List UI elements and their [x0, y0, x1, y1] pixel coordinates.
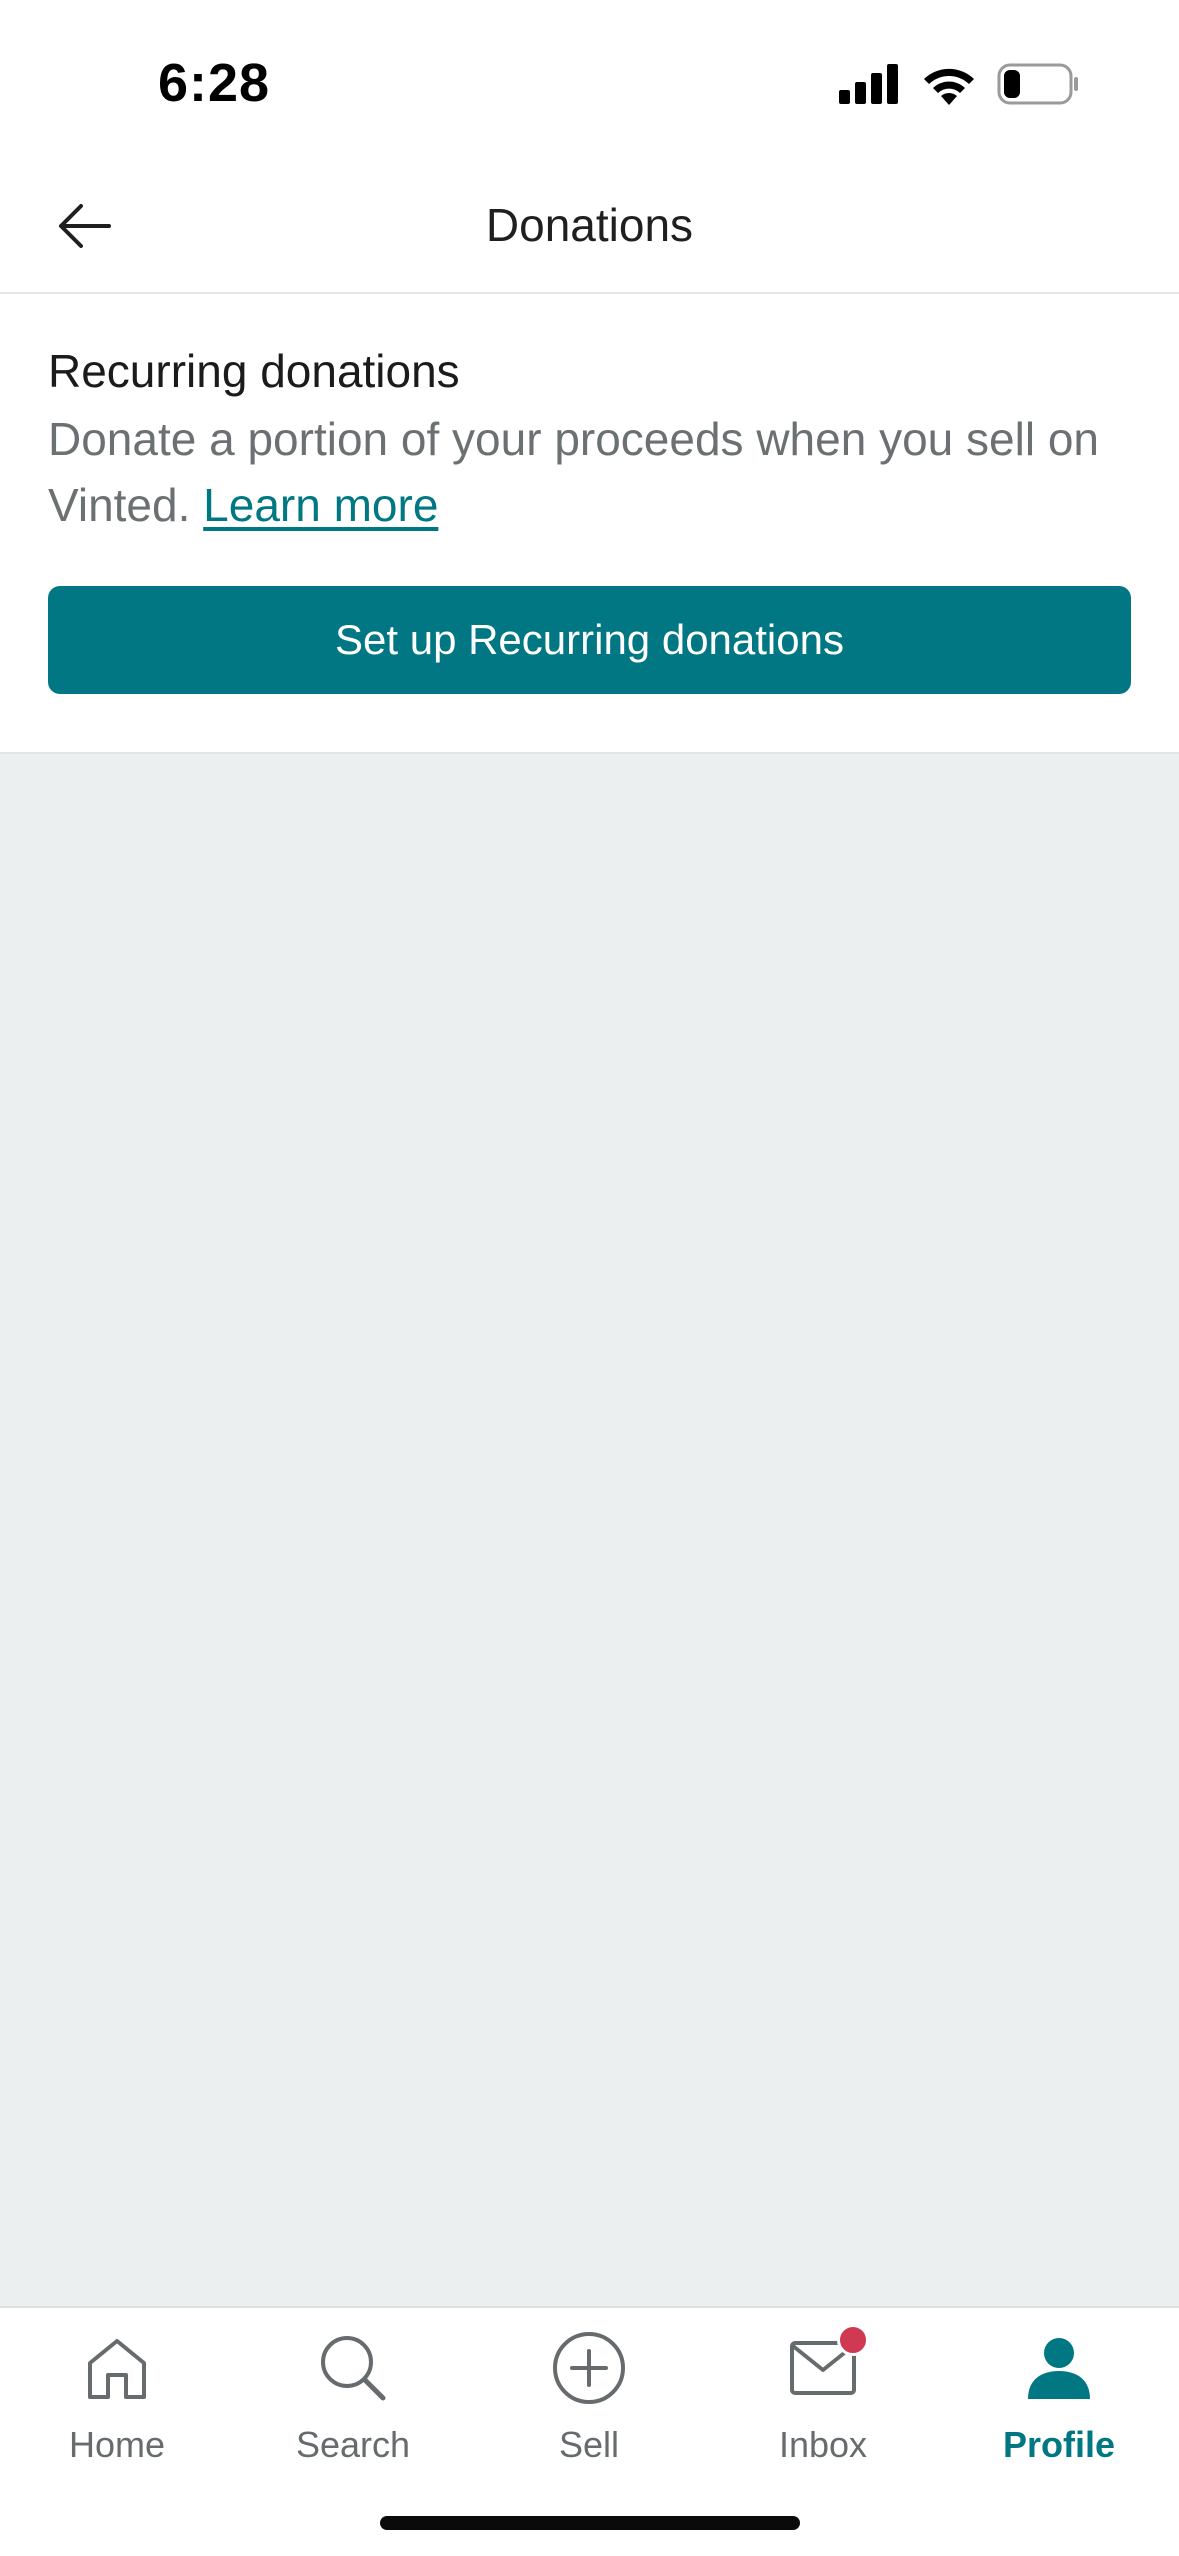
signal-icon [839, 63, 901, 109]
user-icon [1017, 2326, 1101, 2410]
tab-sell[interactable]: Sell [489, 2326, 689, 2476]
tab-label: Search [295, 2424, 411, 2465]
donations-screen: 6:28 Donations Recurring donations Donat… [0, 0, 1179, 2556]
search-icon [311, 2326, 395, 2410]
wifi-icon [921, 63, 977, 110]
plus-circle-icon [547, 2326, 631, 2410]
recurring-donations-card: Recurring donations Donate a portion of … [0, 294, 1179, 754]
battery-icon [997, 63, 1079, 110]
home-indicator [380, 2516, 800, 2530]
nav-header: Donations [0, 160, 1179, 294]
status-time: 6:28 [158, 53, 271, 113]
page-title: Donations [485, 199, 694, 251]
tab-label: Home [68, 2424, 166, 2465]
tab-label: Profile [1002, 2424, 1116, 2465]
section-title: Recurring donations [48, 345, 460, 397]
mail-icon [781, 2324, 869, 2410]
tab-profile[interactable]: Profile [959, 2326, 1159, 2476]
status-icons [839, 62, 1079, 110]
learn-more-link[interactable]: Learn more [203, 479, 438, 531]
tab-label: Inbox [778, 2424, 868, 2465]
tab-home[interactable]: Home [17, 2326, 217, 2476]
tab-label: Sell [558, 2424, 620, 2465]
tab-search[interactable]: Search [253, 2326, 453, 2476]
section-description: Donate a portion of your proceeds when y… [48, 406, 1138, 538]
notification-badge [837, 2324, 869, 2356]
status-bar: 6:28 [0, 0, 1179, 160]
home-icon [75, 2326, 159, 2410]
tab-inbox[interactable]: Inbox [723, 2324, 923, 2476]
setup-recurring-donations-button[interactable]: Set up Recurring donations [48, 586, 1131, 694]
